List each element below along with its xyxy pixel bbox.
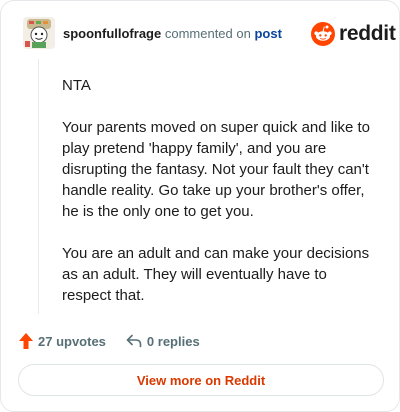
comment-header: spoonfullofrage commented on post <box>63 26 282 42</box>
reddit-snoo-icon <box>311 22 335 46</box>
comment-actions: 27 upvotes 0 replies <box>18 331 200 351</box>
reply-count: 0 replies <box>146 333 200 349</box>
comment-paragraph: NTA <box>62 77 91 94</box>
avatar[interactable] <box>23 17 55 49</box>
post-link[interactable]: post <box>254 26 281 41</box>
upvote-count: 27 upvotes <box>38 333 106 349</box>
comment-paragraph: Your parents moved on super quick and li… <box>62 119 370 220</box>
avatar-image <box>23 17 55 49</box>
view-more-button[interactable]: View more on Reddit <box>18 364 384 396</box>
thread-line <box>38 59 39 314</box>
commented-on-text: commented on <box>164 26 251 41</box>
replies-button[interactable]: 0 replies <box>126 334 200 349</box>
reddit-logo[interactable]: reddit <box>311 21 396 47</box>
upvote-arrow-icon <box>19 333 33 349</box>
username-link[interactable]: spoonfullofrage <box>63 26 161 41</box>
reply-arrow-icon <box>126 334 142 348</box>
upvote-button[interactable]: 27 upvotes <box>18 332 106 350</box>
reddit-comment-card: spoonfullofrage commented on post reddit… <box>0 0 400 412</box>
comment-body: NTA Your parents moved on super quick an… <box>62 75 372 327</box>
reddit-wordmark: reddit <box>339 22 396 45</box>
comment-paragraph: You are an adult and can make your decis… <box>62 245 370 304</box>
